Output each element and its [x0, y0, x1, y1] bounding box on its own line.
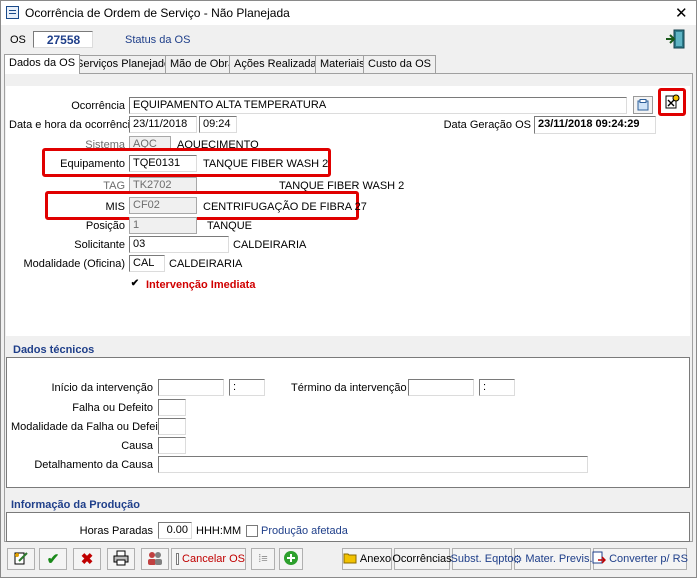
causa-field[interactable] — [158, 437, 186, 454]
termino-data-field[interactable] — [408, 379, 474, 396]
data-ocorrencia-field[interactable]: 23/11/2018 — [129, 116, 197, 133]
subst-eqpto-label: Subst. Eqpto — [450, 553, 514, 565]
anexo-button[interactable]: Anexo — [342, 548, 392, 570]
inicio-data-field[interactable] — [158, 379, 224, 396]
termino-label: Término da intervenção — [291, 382, 407, 394]
detalhamento-field[interactable] — [158, 456, 588, 473]
posicao-label: Posição — [85, 220, 125, 232]
os-number-field: 27558 — [33, 31, 93, 48]
data-geracao-label: Data Geração OS — [443, 119, 531, 131]
app-icon — [6, 6, 19, 19]
edit-icon — [13, 550, 29, 569]
grid-button[interactable]: ⁞≡ — [251, 548, 275, 570]
equipment-lookup-icon[interactable] — [663, 93, 681, 111]
notes-icon[interactable] — [633, 96, 653, 114]
equipamento-label: Equipamento — [60, 158, 125, 170]
falha-field[interactable] — [158, 399, 186, 416]
printer-icon — [113, 550, 129, 569]
subst-eqpto-button[interactable]: Subst. Eqpto — [450, 548, 514, 570]
intervencao-checkbox[interactable]: ✔ — [129, 279, 141, 291]
solicitante-label: Solicitante — [74, 239, 125, 251]
horas-unit: HHH:MM — [196, 525, 242, 537]
os-label: OS — [10, 34, 26, 46]
intervencao-label: Intervenção Imediata — [146, 279, 256, 291]
plus-icon — [283, 550, 299, 569]
detalhamento-label: Detalhamento da Causa — [34, 459, 153, 471]
modalidade-desc: CALDEIRARIA — [169, 258, 243, 270]
ocorrencias-button[interactable]: Ocorrências — [392, 548, 452, 570]
convert-icon — [592, 551, 607, 568]
title-bar: Ocorrência de Ordem de Serviço - Não Pla… — [1, 1, 696, 25]
modalidade-code-field[interactable]: CAL — [129, 255, 165, 272]
tab-custo-da-os[interactable]: Custo da OS — [363, 55, 436, 73]
mater-previs-label: Mater. Previs. — [525, 553, 593, 565]
confirm-button[interactable]: ✔ — [39, 548, 67, 570]
tab-acoes-realizadas[interactable]: Ações Realizadas — [229, 55, 328, 73]
team-button[interactable] — [141, 548, 169, 570]
falha-label: Falha ou Defeito — [72, 402, 153, 414]
posicao-desc: TANQUE — [207, 220, 253, 232]
edit-button[interactable] — [7, 548, 35, 570]
print-button[interactable] — [107, 548, 135, 570]
os-window: Ocorrência de Ordem de Serviço - Não Pla… — [0, 0, 697, 578]
ocorrencias-label: Ocorrências — [392, 553, 452, 565]
ocorrencia-label: Ocorrência — [71, 100, 125, 112]
people-icon — [147, 550, 163, 569]
modalidade-falha-field[interactable] — [158, 418, 186, 435]
solicitante-desc: CALDEIRARIA — [233, 239, 307, 251]
red-x-icon: ✖ — [80, 551, 94, 568]
add-button[interactable] — [279, 548, 303, 570]
modalidade-falha-label: Modalidade da Falha ou Defeito — [11, 421, 167, 433]
materials-icon: ⚙ — [512, 553, 523, 566]
tab-materiais[interactable]: Materiais — [315, 55, 370, 73]
mis-desc: CENTRIFUGAÇÃO DE FIBRA 27 — [203, 201, 367, 213]
status-os-label: Status da OS — [125, 34, 191, 46]
converter-rs-label: Converter p/ RS — [609, 553, 688, 565]
producao-afetada-checkbox[interactable] — [246, 525, 258, 537]
dados-tecnicos-title: Dados técnicos — [13, 344, 95, 356]
inicio-hora-field[interactable]: : — [229, 379, 265, 396]
anexo-label: Anexo — [359, 553, 392, 565]
data-geracao-field: 23/11/2018 09:24:29 — [534, 116, 656, 134]
equipamento-code-field[interactable]: TQE0131 — [129, 155, 197, 172]
producao-afetada-label: Produção afetada — [261, 525, 348, 537]
data-hora-label: Data e hora da ocorrência — [9, 119, 137, 131]
mater-previs-button[interactable]: ⚙ Mater. Previs. — [512, 548, 593, 570]
checkmark-icon: ✔ — [46, 551, 60, 568]
mis-label: MIS — [105, 201, 125, 213]
cancelar-os-label: Cancelar OS — [182, 553, 245, 565]
tab-dados-da-os[interactable]: Dados da OS — [4, 54, 81, 74]
delete-button[interactable]: ✖ — [73, 548, 101, 570]
folder-icon — [343, 552, 357, 567]
producao-title: Informação da Produção — [11, 499, 140, 511]
cancelar-os-button[interactable]: Cancelar OS — [171, 548, 246, 570]
close-icon[interactable]: ✕ — [675, 4, 688, 22]
causa-label: Causa — [121, 440, 153, 452]
modalidade-label: Modalidade (Oficina) — [23, 258, 126, 270]
ocorrencia-field[interactable]: EQUIPAMENTO ALTA TEMPERATURA — [129, 97, 627, 114]
termino-hora-field[interactable]: : — [479, 379, 515, 396]
exit-door-icon[interactable] — [664, 29, 686, 49]
grid-icon: ⁞≡ — [258, 553, 268, 565]
window-title: Ocorrência de Ordem de Serviço - Não Pla… — [25, 6, 290, 20]
mis-code-field: CF02 — [129, 197, 197, 214]
posicao-code-field: 1 — [129, 217, 197, 234]
converter-rs-button[interactable]: Converter p/ RS — [592, 548, 688, 570]
horas-paradas-label: Horas Paradas — [79, 525, 153, 537]
hora-ocorrencia-field[interactable]: 09:24 — [199, 116, 237, 133]
solicitante-code-field[interactable]: 03 — [129, 236, 229, 253]
horas-paradas-field[interactable]: 0.00 — [158, 522, 192, 539]
inicio-label: Início da intervenção — [51, 382, 153, 394]
equipamento-desc: TANQUE FIBER WASH 2 — [203, 158, 329, 170]
